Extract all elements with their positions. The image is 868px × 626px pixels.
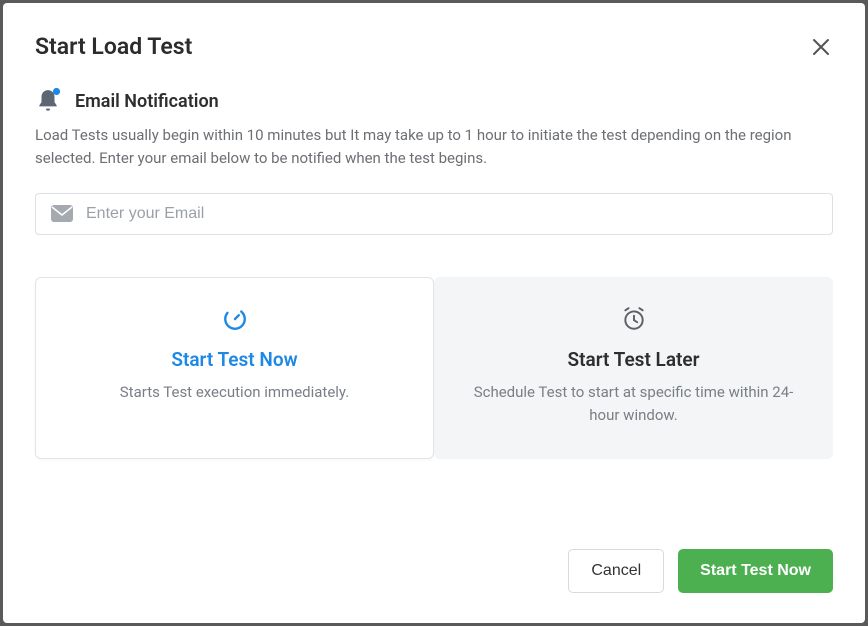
start-now-option[interactable]: Start Test Now Starts Test execution imm… — [35, 277, 434, 459]
email-input-container — [35, 193, 833, 235]
start-now-description: Starts Test execution immediately. — [60, 381, 409, 404]
section-title: Email Notification — [75, 91, 219, 112]
bell-notification-icon — [35, 88, 61, 114]
start-now-title: Start Test Now — [60, 348, 409, 371]
email-icon — [50, 204, 74, 224]
modal-header: Start Load Test — [35, 33, 833, 60]
cancel-button[interactable]: Cancel — [568, 549, 664, 593]
speedometer-icon — [222, 306, 248, 332]
start-later-option[interactable]: Start Test Later Schedule Test to start … — [434, 277, 833, 459]
start-later-title: Start Test Later — [459, 348, 808, 371]
section-description: Load Tests usually begin within 10 minut… — [35, 124, 833, 171]
modal-footer: Cancel Start Test Now — [35, 549, 833, 593]
start-load-test-modal: Start Load Test Email Notification Load … — [3, 3, 865, 623]
modal-title: Start Load Test — [35, 33, 192, 60]
close-icon — [812, 38, 830, 56]
alarm-clock-icon — [621, 306, 647, 332]
email-input[interactable] — [86, 205, 818, 223]
start-options: Start Test Now Starts Test execution imm… — [35, 277, 833, 459]
close-button[interactable] — [809, 35, 833, 59]
start-later-description: Schedule Test to start at specific time … — [459, 381, 808, 428]
start-test-now-button[interactable]: Start Test Now — [678, 549, 833, 593]
section-header: Email Notification — [35, 88, 833, 114]
